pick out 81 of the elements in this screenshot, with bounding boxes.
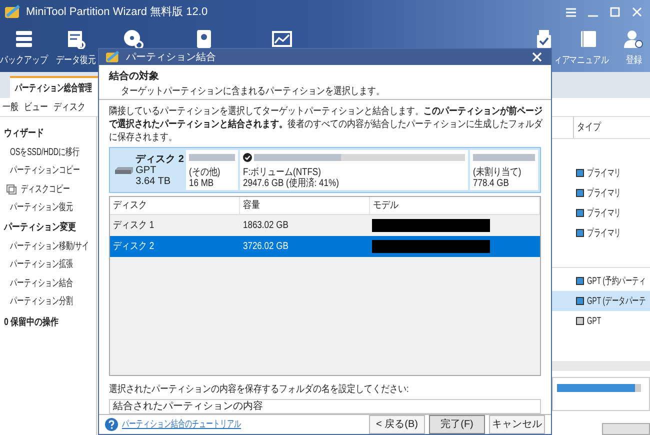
main-tab[interactable]: パーティション総合管理 [10,76,98,98]
section-title: ウィザード [4,126,44,140]
sidebar-item[interactable]: パーティションコピー [10,163,80,178]
close-icon[interactable] [532,52,542,62]
app-logo-icon [4,4,22,20]
dialog-button[interactable]: 完了(F) [429,415,485,434]
toolbar-label[interactable]: データ復元 [56,53,96,68]
sidebar-item[interactable]: ディスクコピー [21,182,70,197]
table-cell-text: ディスク 2 [113,240,154,254]
disk-scheme: GPT [136,164,158,176]
table-row[interactable]: ディスク 2 3726.02 GB [110,236,540,257]
partition-block[interactable]: (その他) 16 MB [186,150,238,190]
folder-name-field[interactable]: 結合されたパーティションの内容 [109,399,541,414]
type-text: プライマリ [587,186,621,200]
pending-operations: 0 保留中の操作 [4,316,59,330]
section-title: パーティション変更 [4,220,76,234]
partition-name: (未割り当て) [473,167,522,178]
partition-size: 778.4 GB [473,178,510,189]
chart-icon[interactable] [271,29,293,49]
column-header[interactable]: タイプ [577,120,601,135]
sidebar-item[interactable]: パーティション分割 [10,294,73,310]
step-subtitle: ターゲットパーティションに含まれるパーティションを選択します。 [121,84,384,99]
help-icon[interactable] [105,418,118,431]
table-cell-text: ディスク 1 [113,219,154,233]
column-header[interactable]: モデル [373,198,398,213]
dialog-button[interactable]: < 戻る(B) [369,415,425,434]
close-icon[interactable] [632,7,642,17]
partition-name: (その他) [189,167,222,178]
horizontal-scrollbar[interactable] [552,361,650,371]
type-text: GPT [587,314,601,328]
step-title: 結合の対象 [109,69,159,84]
description-text: 隣接しているパーティションを選択してターゲットパーティションと結合します。このパーティションが前ページで選択されたパーティションと結合されます。後者のすべての内容が結合したパーティションに生成したフォルダに保存されます。 [109,105,542,144]
column-header[interactable]: 容量 [243,198,260,213]
copy-icon [6,184,17,195]
sidebar-item[interactable]: OSをSSD/HDDに移行 [10,144,80,160]
partition-block[interactable]: (未割り当て) 778.4 GB [470,150,538,190]
dialog-title: パーティション結合 [126,50,216,64]
type-text: GPT (予約パーティ [587,274,646,288]
menu-icon[interactable] [566,8,576,16]
table-cell-text: 1863.02 GB [243,219,288,233]
table-row[interactable]: GPT (データパーテ [552,291,650,311]
disk-name: ディスク 2 [136,154,184,164]
sidebar-item[interactable]: パーティション結合 [10,276,73,291]
dialog-button[interactable]: キャンセル [489,415,545,434]
table-row[interactable]: GPT (予約パーティ [552,271,650,291]
sidebar-item[interactable]: パーティション移動/サイ [10,238,89,254]
type-text: プライマリ [587,206,621,220]
disc-icon[interactable] [122,29,144,49]
column-header[interactable]: ディスク [113,198,147,213]
disk-size: 3.64 TB [136,176,172,186]
table-row[interactable]: プライマリ [552,163,650,183]
partition-size: 16 MB [189,178,215,189]
menu-item[interactable]: ディスク [54,100,86,114]
partition-size: 2947.6 GB (使用済: 41%) [243,178,340,189]
table-row[interactable]: プライマリ [552,183,650,203]
usage-bar [189,154,235,160]
type-text: プライマリ [587,166,621,180]
table-cell-text: 3726.02 GB [243,240,288,254]
maximize-icon[interactable] [610,7,620,17]
tutorial-link[interactable]: パーティション結合のチュートリアル [122,417,241,432]
table-row[interactable]: GPT [552,311,650,331]
hard-drive-icon [114,165,133,175]
folder-name-label: 選択されたパーティションの内容を保存するフォルダの名を設定してください: [109,382,409,397]
user-icon[interactable] [623,29,645,49]
type-text: プライマリ [587,226,621,240]
partition-block[interactable]: F:ボリューム(NTFS) 2947.6 GB (使用済: 41%) [240,150,468,190]
app-logo-icon [105,50,121,64]
stack-icon[interactable] [13,29,35,49]
menu-item[interactable]: 一般 [2,100,18,114]
table-row[interactable]: プライマリ [552,223,650,243]
sidebar-item[interactable]: パーティション復元 [10,200,73,216]
type-text: GPT (データパーテ [587,294,646,308]
toolbar-label[interactable]: バックアップ [0,53,48,68]
usage-bar [473,154,535,160]
sidebar-item[interactable]: パーティション拡張 [10,257,73,272]
table-row[interactable]: プライマリ [552,203,650,223]
window-title: MiniTool Partition Wizard 無料版 12.0 [26,4,208,20]
menu-item[interactable]: ビュー [24,100,48,114]
check-icon[interactable] [243,152,252,162]
document-icon[interactable] [65,29,87,49]
partition-name: F:ボリューム(NTFS) [243,167,322,178]
